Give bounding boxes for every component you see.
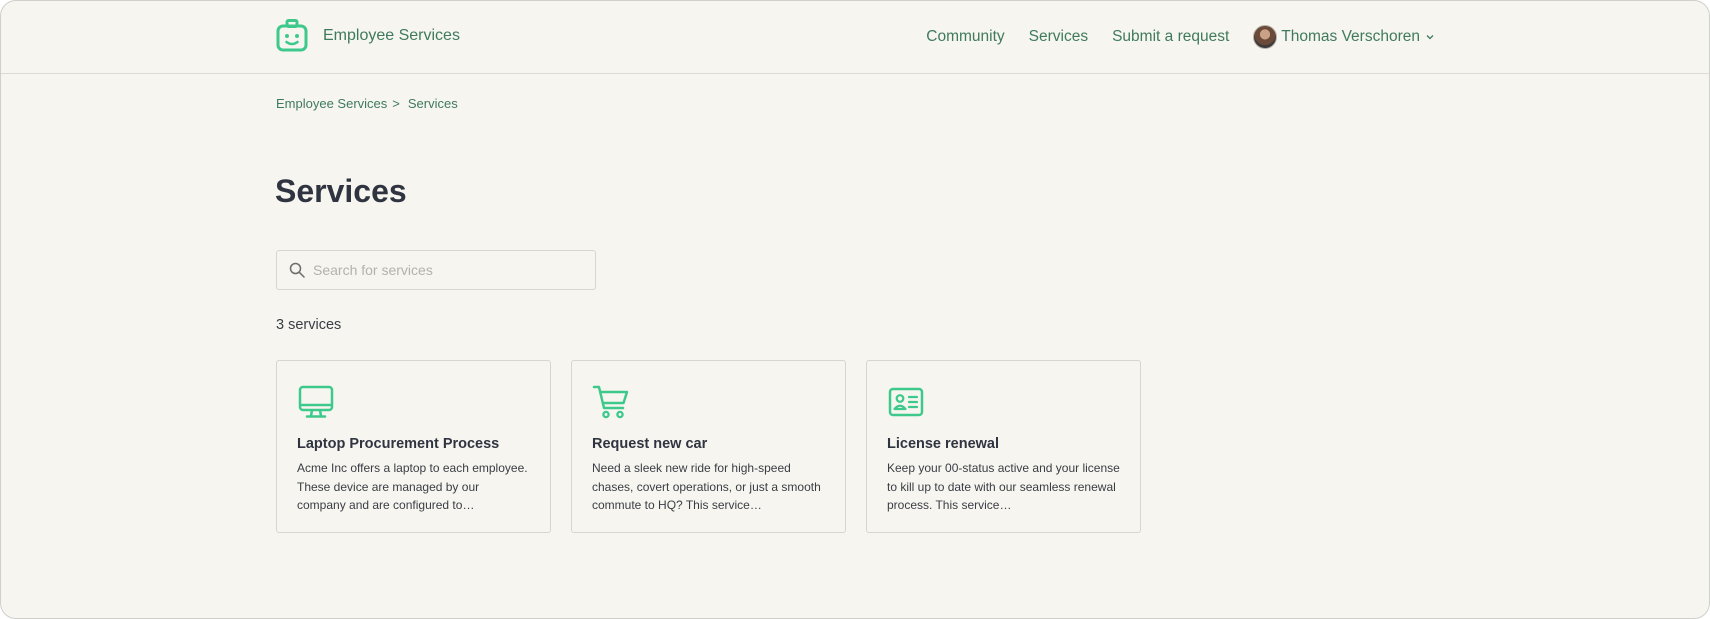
card-description: Acme Inc offers a laptop to each employe…	[297, 461, 528, 512]
shopping-cart-icon	[592, 385, 629, 419]
card-title: Request new car	[592, 436, 708, 452]
services-count: 3 services	[276, 317, 342, 333]
card-title: License renewal	[887, 436, 1000, 452]
search-icon	[289, 262, 305, 278]
nav-community-link[interactable]: Community	[926, 28, 1004, 46]
main-nav: Community Services Submit a request Thom…	[926, 23, 1435, 51]
card-title: Laptop Procurement Process	[297, 436, 500, 452]
brand-home-link[interactable]: Employee Services	[275, 19, 460, 53]
services-list: Laptop Procurement Process Acme Inc offe…	[276, 360, 1141, 533]
breadcrumb-separator: >	[392, 96, 400, 111]
breadcrumb: Employee Services > Services	[276, 96, 458, 111]
chevron-down-icon	[1426, 35, 1434, 40]
service-card-license[interactable]: License renewal Keep your 00-status acti…	[866, 360, 1141, 533]
search-input[interactable]	[313, 262, 573, 278]
card-description: Need a sleek new ride for high-speed cha…	[592, 461, 821, 512]
app-window: Employee Services Community Services Sub…	[0, 0, 1710, 619]
page-title: Services	[275, 173, 407, 209]
nav-submit-request-link[interactable]: Submit a request	[1112, 28, 1229, 46]
breadcrumb-home-link[interactable]: Employee Services	[276, 96, 387, 111]
service-card-laptop[interactable]: Laptop Procurement Process Acme Inc offe…	[276, 360, 551, 533]
nav-services-link[interactable]: Services	[1029, 28, 1088, 46]
user-name: Thomas Verschoren	[1281, 28, 1420, 45]
id-card-icon	[888, 387, 924, 417]
brand-name: Employee Services	[323, 27, 460, 44]
breadcrumb-current-link[interactable]: Services	[408, 96, 458, 111]
robot-logo-icon	[275, 19, 309, 53]
avatar	[1253, 25, 1278, 49]
search-box	[276, 250, 596, 290]
user-menu[interactable]: Thomas Verschoren	[1253, 25, 1435, 49]
service-card-car[interactable]: Request new car Need a sleek new ride fo…	[571, 360, 846, 533]
monitor-icon	[298, 385, 334, 418]
top-header: Employee Services Community Services Sub…	[1, 1, 1709, 74]
card-description: Keep your 00-status active and your lice…	[887, 461, 1120, 512]
